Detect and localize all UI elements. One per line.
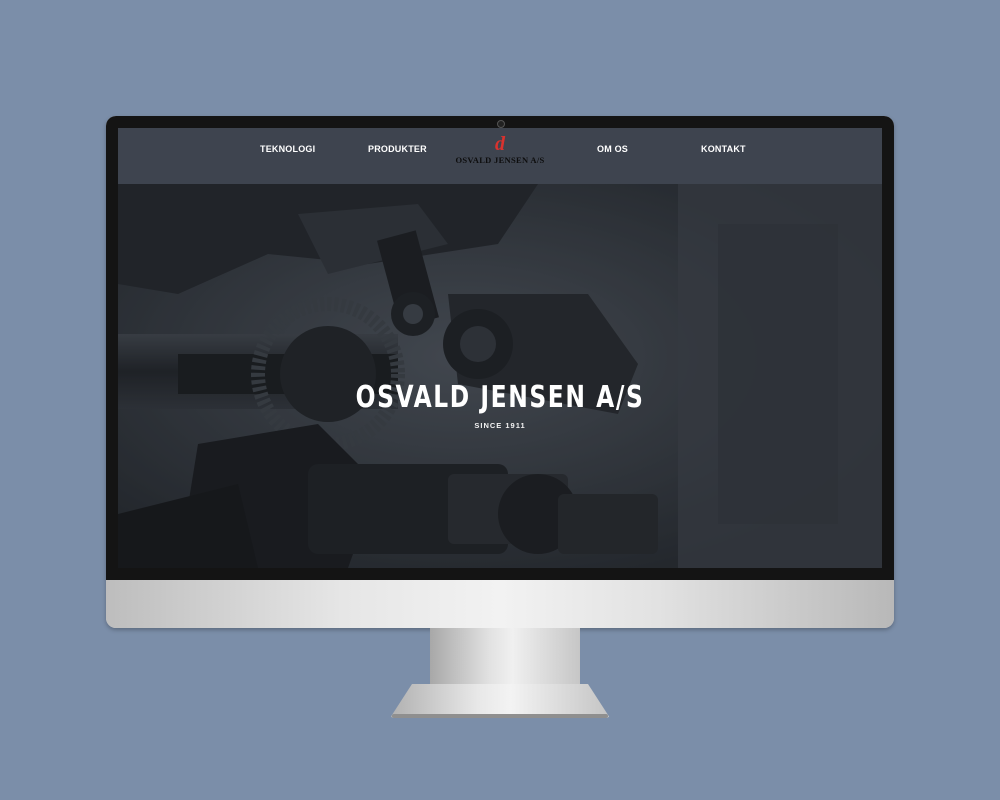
monitor: TEKNOLOGI PRODUKTER d OSVALD JENSEN A/S … xyxy=(106,116,894,628)
nav-link-kontakt[interactable]: KONTAKT xyxy=(701,144,746,158)
monitor-bezel: TEKNOLOGI PRODUKTER d OSVALD JENSEN A/S … xyxy=(106,116,894,580)
website-screen: TEKNOLOGI PRODUKTER d OSVALD JENSEN A/S … xyxy=(118,128,882,568)
nav-link-produkter[interactable]: PRODUKTER xyxy=(368,144,427,158)
monitor-stand-base xyxy=(390,684,610,718)
nav-link-om-os[interactable]: OM OS xyxy=(597,144,628,158)
hero-section: OSVALD JENSEN A/S SINCE 1911 xyxy=(118,184,882,568)
monitor-stand-neck xyxy=(430,628,580,688)
company-logo[interactable]: d OSVALD JENSEN A/S xyxy=(450,133,550,171)
monitor-chin xyxy=(106,580,894,628)
nav-link-teknologi[interactable]: TEKNOLOGI xyxy=(260,144,315,158)
hero-title: OSVALD JENSEN A/S xyxy=(355,380,645,415)
hero-subtitle: SINCE 1911 xyxy=(474,421,526,430)
hero-background-image xyxy=(118,184,882,568)
camera-icon xyxy=(497,120,505,128)
logo-text: OSVALD JENSEN A/S xyxy=(455,155,545,165)
logo-mark-icon: d xyxy=(495,133,505,155)
top-navigation: TEKNOLOGI PRODUKTER d OSVALD JENSEN A/S … xyxy=(118,128,882,184)
monitor-stand-edge xyxy=(392,714,608,718)
